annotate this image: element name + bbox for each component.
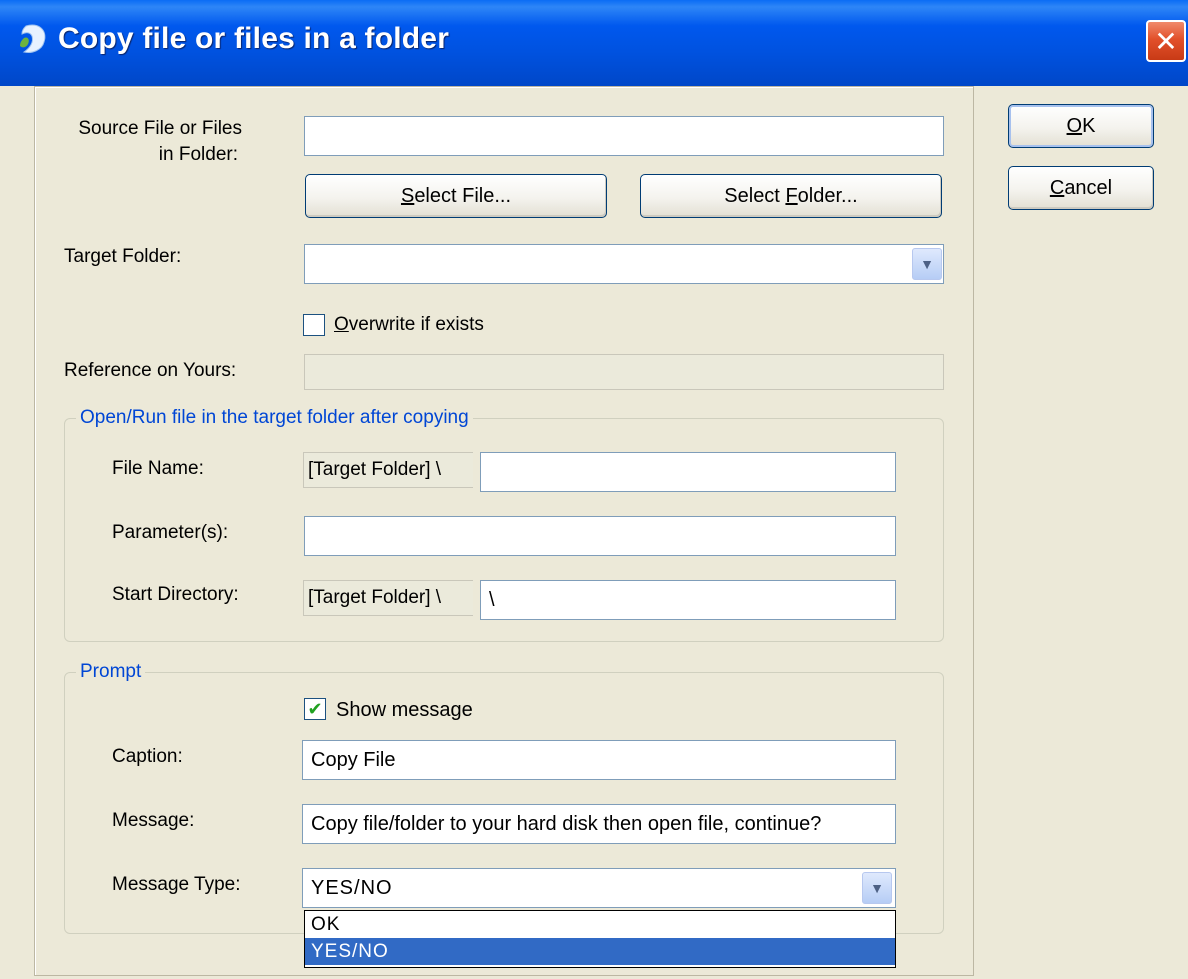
cancel-label: ancel <box>1064 176 1113 199</box>
select-folder-button[interactable]: Select Folder... <box>640 174 942 218</box>
chevron-down-icon: ▼ <box>870 880 884 896</box>
start-directory-prefix: [Target Folder] \ <box>303 580 473 616</box>
file-name-label: File Name: <box>112 458 204 479</box>
caption-input[interactable]: Copy File <box>302 740 896 780</box>
close-icon: ✕ <box>1154 25 1178 57</box>
overwrite-label-text: verwrite if exists <box>348 314 484 335</box>
message-type-option-ok[interactable]: OK <box>305 911 895 938</box>
select-folder-label-pre: Select <box>724 184 786 207</box>
target-folder-dropdown-button[interactable]: ▼ <box>912 248 942 280</box>
parameters-input[interactable] <box>304 516 896 556</box>
select-folder-label: older... <box>797 184 858 207</box>
source-label-line1: Source File or Files <box>78 118 242 139</box>
file-name-input[interactable] <box>480 452 896 492</box>
show-message-checkbox[interactable]: ✔ <box>304 698 326 720</box>
title-bar: Copy file or files in a folder ✕ <box>0 0 1188 86</box>
message-label: Message: <box>112 810 195 831</box>
cancel-button[interactable]: Cancel <box>1008 166 1154 210</box>
message-type-dropdown-button[interactable]: ▼ <box>862 872 892 904</box>
ok-label: K <box>1082 114 1096 137</box>
target-folder-combo[interactable] <box>304 244 944 284</box>
start-directory-input[interactable]: \ <box>480 580 896 620</box>
ok-hotkey: O <box>1066 114 1083 137</box>
start-directory-label: Start Directory: <box>112 584 239 605</box>
source-input[interactable] <box>304 116 944 156</box>
file-name-prefix: [Target Folder] \ <box>303 452 473 488</box>
message-input[interactable]: Copy file/folder to your hard disk then … <box>302 804 896 844</box>
target-folder-label: Target Folder: <box>64 246 182 267</box>
select-file-label: elect File... <box>414 184 512 207</box>
app-icon <box>20 24 46 53</box>
chevron-down-icon: ▼ <box>920 256 934 272</box>
select-folder-hotkey: F <box>785 184 798 207</box>
close-button[interactable]: ✕ <box>1146 20 1186 62</box>
prompt-group-title: Prompt <box>76 661 146 683</box>
window-title: Copy file or files in a folder <box>58 22 450 55</box>
overwrite-hotkey: O <box>334 314 349 335</box>
message-type-value: YES/NO <box>311 876 393 899</box>
cancel-hotkey: C <box>1049 176 1065 199</box>
select-file-button[interactable]: Select File... <box>305 174 607 218</box>
parameters-label: Parameter(s): <box>112 522 229 543</box>
message-type-label: Message Type: <box>112 874 241 895</box>
ok-button[interactable]: OK <box>1008 104 1154 148</box>
show-message-label[interactable]: Show message <box>336 699 473 722</box>
reference-input <box>304 354 944 390</box>
reference-label: Reference on Yours: <box>64 360 237 381</box>
overwrite-checkbox[interactable] <box>303 314 325 336</box>
select-file-hotkey: S <box>400 184 415 207</box>
check-icon: ✔ <box>307 699 323 719</box>
overwrite-label[interactable]: Overwrite if exists <box>334 314 484 336</box>
message-type-option-yes-no[interactable]: YES/NO <box>305 938 895 965</box>
open-run-group-title: Open/Run file in the target folder after… <box>76 407 473 429</box>
caption-label: Caption: <box>112 746 183 767</box>
message-type-listbox: OK YES/NO <box>304 910 896 968</box>
source-label-line2: in Folder: <box>158 144 238 165</box>
message-type-combo[interactable]: YES/NO <box>302 868 896 908</box>
